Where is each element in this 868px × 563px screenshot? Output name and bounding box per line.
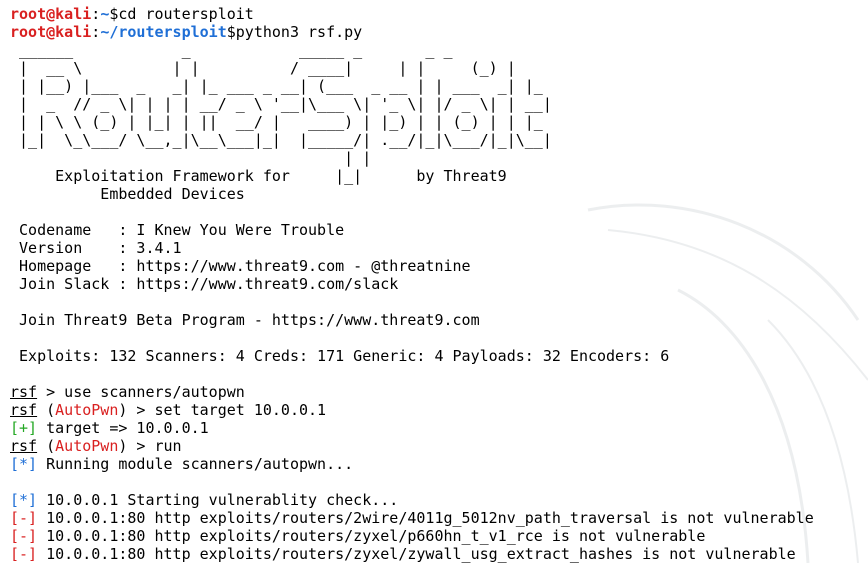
output-text: Running module scanners/autopwn... <box>37 455 354 473</box>
output-line: [*] 10.0.0.1 Starting vulnerablity check… <box>10 491 868 509</box>
output-text: 10.0.0.1:80 http exploits/routers/zyxel/… <box>37 527 706 545</box>
info-codename: Codename : I Knew You Were Trouble <box>10 221 345 239</box>
output-text: 10.0.0.1:80 http exploits/routers/2wire/… <box>37 509 814 527</box>
terminal-output: root@kali:~$cd routersploit root@kali:~/… <box>10 5 868 563</box>
info-version: Version : 3.4.1 <box>10 239 182 257</box>
status-bad-tag: [-] <box>10 545 38 563</box>
rsf-prompt: rsf <box>10 401 38 419</box>
rsf-paren-open: ( <box>37 437 56 455</box>
module-stats: Exploits: 132 Scanners: 4 Creds: 171 Gen… <box>10 347 670 365</box>
prompt-sigil: $ <box>226 23 236 41</box>
info-slack: Join Slack : https://www.threat9.com/sla… <box>10 275 399 293</box>
rsf-command-line: rsf (AutoPwn) > set target 10.0.0.1 <box>10 401 868 419</box>
output-line: [+] target => 10.0.0.1 <box>10 419 868 437</box>
rsf-command-line: rsf (AutoPwn) > run <box>10 437 868 455</box>
status-bad-tag: [-] <box>10 527 38 545</box>
info-homepage: Homepage : https://www.threat9.com - @th… <box>10 257 471 275</box>
prompt-separator: : <box>91 23 101 41</box>
rsf-command: ) > run <box>118 437 182 455</box>
output-line: [-] 10.0.0.1:80 http exploits/routers/zy… <box>10 527 868 545</box>
shell-command: python3 rsf.py <box>235 23 363 41</box>
rsf-prompt: rsf <box>10 437 38 455</box>
output-line: [-] 10.0.0.1:80 http exploits/routers/2w… <box>10 509 868 527</box>
rsf-command: > use scanners/autopwn <box>37 383 245 401</box>
info-beta-program: Join Threat9 Beta Program - https://www.… <box>10 311 480 329</box>
output-text: 10.0.0.1:80 http exploits/routers/zyxel/… <box>37 545 796 563</box>
rsf-paren-open: ( <box>37 401 56 419</box>
output-text: target => 10.0.0.1 <box>37 419 209 437</box>
rsf-prompt: rsf <box>10 383 38 401</box>
prompt-user: root@kali <box>10 23 92 41</box>
shell-prompt-line: root@kali:~/routersploit$python3 rsf.py <box>10 23 868 41</box>
routersploit-ascii-banner: ______ _ _____ _ _ _ | __ \ | | / ____| … <box>19 41 552 203</box>
rsf-command: ) > set target 10.0.0.1 <box>118 401 327 419</box>
shell-command: cd routersploit <box>118 5 254 23</box>
shell-prompt-line: root@kali:~$cd routersploit <box>10 5 868 23</box>
status-good-tag: [+] <box>10 419 38 437</box>
module-name: AutoPwn <box>55 437 119 455</box>
terminal-window[interactable]: root@kali:~$cd routersploit root@kali:~/… <box>0 0 868 563</box>
prompt-path: ~/routersploit <box>100 23 227 41</box>
status-bad-tag: [-] <box>10 509 38 527</box>
prompt-separator: : <box>91 5 101 23</box>
prompt-user: root@kali <box>10 5 92 23</box>
prompt-path: ~ <box>100 5 110 23</box>
rsf-command-line: rsf > use scanners/autopwn <box>10 383 868 401</box>
output-line: [-] 10.0.0.1:80 http exploits/routers/zy… <box>10 545 868 563</box>
status-info-tag: [*] <box>10 455 38 473</box>
module-name: AutoPwn <box>55 401 119 419</box>
output-line: [*] Running module scanners/autopwn... <box>10 455 868 473</box>
status-info-tag: [*] <box>10 491 38 509</box>
output-text: 10.0.0.1 Starting vulnerablity check... <box>37 491 399 509</box>
